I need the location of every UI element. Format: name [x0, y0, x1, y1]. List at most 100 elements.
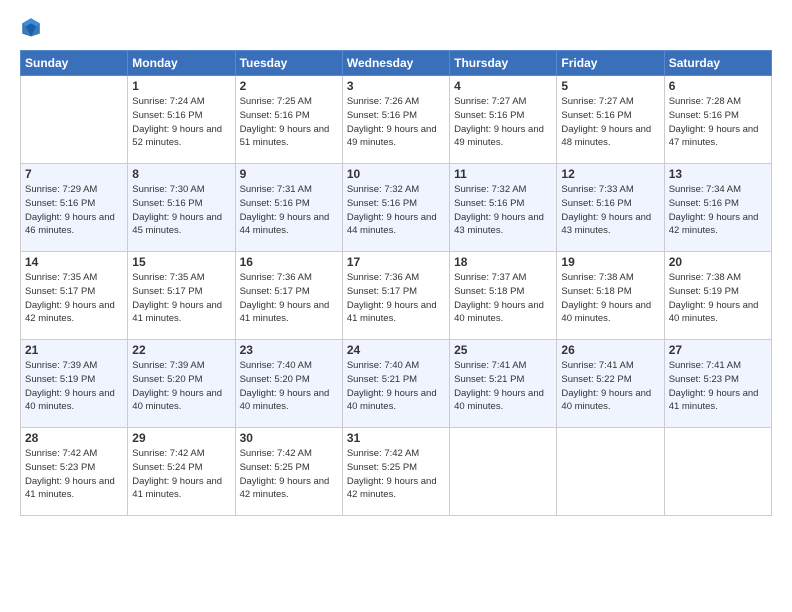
weekday-header: Saturday — [664, 51, 771, 76]
day-info: Sunrise: 7:34 AMSunset: 5:16 PMDaylight:… — [669, 183, 767, 238]
weekday-header: Monday — [128, 51, 235, 76]
day-number: 19 — [561, 255, 659, 269]
weekday-header-row: SundayMondayTuesdayWednesdayThursdayFrid… — [21, 51, 772, 76]
day-info: Sunrise: 7:42 AMSunset: 5:23 PMDaylight:… — [25, 447, 123, 502]
calendar-cell: 1 Sunrise: 7:24 AMSunset: 5:16 PMDaylight… — [128, 76, 235, 164]
calendar-week-row: 28Sunrise: 7:42 AMSunset: 5:23 PMDayligh… — [21, 428, 772, 516]
weekday-header: Wednesday — [342, 51, 449, 76]
calendar-cell: 21 Sunrise: 7:39 AMSunset: 5:19 PMDayligh… — [21, 340, 128, 428]
day-info: Sunrise: 7:33 AMSunset: 5:16 PMDaylight:… — [561, 183, 659, 238]
day-number: 4 — [454, 79, 552, 93]
day-info: Sunrise: 7:32 AMSunset: 5:16 PMDaylight:… — [347, 183, 445, 238]
calendar-cell: 2 Sunrise: 7:25 AMSunset: 5:16 PMDaylight… — [235, 76, 342, 164]
calendar-cell: 16Sunrise: 7:36 AMSunset: 5:17 PMDayligh… — [235, 252, 342, 340]
day-number: 30 — [240, 431, 338, 445]
calendar-cell: 5 Sunrise: 7:27 AMSunset: 5:16 PMDaylight… — [557, 76, 664, 164]
day-number: 20 — [669, 255, 767, 269]
day-info: Sunrise: 7:39 AMSunset: 5:20 PMDaylight:… — [132, 359, 230, 414]
day-info: Sunrise: 7:26 AMSunset: 5:16 PMDaylight:… — [347, 95, 445, 150]
calendar-cell: 19 Sunrise: 7:38 AMSunset: 5:18 PMDayligh… — [557, 252, 664, 340]
header — [20, 16, 772, 38]
day-info: Sunrise: 7:40 AMSunset: 5:20 PMDaylight:… — [240, 359, 338, 414]
page: SundayMondayTuesdayWednesdayThursdayFrid… — [0, 0, 792, 612]
calendar-cell: 22 Sunrise: 7:39 AMSunset: 5:20 PMDayligh… — [128, 340, 235, 428]
weekday-header: Tuesday — [235, 51, 342, 76]
day-number: 1 — [132, 79, 230, 93]
calendar-cell: 4 Sunrise: 7:27 AMSunset: 5:16 PMDaylight… — [450, 76, 557, 164]
day-info: Sunrise: 7:27 AMSunset: 5:16 PMDaylight:… — [454, 95, 552, 150]
day-info: Sunrise: 7:35 AMSunset: 5:17 PMDaylight:… — [25, 271, 123, 326]
weekday-header: Sunday — [21, 51, 128, 76]
calendar-week-row: 14Sunrise: 7:35 AMSunset: 5:17 PMDayligh… — [21, 252, 772, 340]
calendar-week-row: 1 Sunrise: 7:24 AMSunset: 5:16 PMDaylight… — [21, 76, 772, 164]
calendar-cell — [21, 76, 128, 164]
day-number: 16 — [240, 255, 338, 269]
logo-icon — [20, 16, 42, 38]
calendar-cell: 24 Sunrise: 7:40 AMSunset: 5:21 PMDayligh… — [342, 340, 449, 428]
calendar-cell: 17 Sunrise: 7:36 AMSunset: 5:17 PMDayligh… — [342, 252, 449, 340]
day-number: 26 — [561, 343, 659, 357]
day-info: Sunrise: 7:42 AMSunset: 5:25 PMDaylight:… — [240, 447, 338, 502]
day-info: Sunrise: 7:32 AMSunset: 5:16 PMDaylight:… — [454, 183, 552, 238]
day-number: 7 — [25, 167, 123, 181]
day-number: 10 — [347, 167, 445, 181]
day-info: Sunrise: 7:37 AMSunset: 5:18 PMDaylight:… — [454, 271, 552, 326]
day-number: 5 — [561, 79, 659, 93]
calendar: SundayMondayTuesdayWednesdayThursdayFrid… — [20, 50, 772, 516]
day-info: Sunrise: 7:35 AMSunset: 5:17 PMDaylight:… — [132, 271, 230, 326]
day-number: 13 — [669, 167, 767, 181]
calendar-cell: 15 Sunrise: 7:35 AMSunset: 5:17 PMDayligh… — [128, 252, 235, 340]
day-info: Sunrise: 7:42 AMSunset: 5:25 PMDaylight:… — [347, 447, 445, 502]
day-info: Sunrise: 7:41 AMSunset: 5:21 PMDaylight:… — [454, 359, 552, 414]
day-number: 2 — [240, 79, 338, 93]
calendar-cell: 10 Sunrise: 7:32 AMSunset: 5:16 PMDayligh… — [342, 164, 449, 252]
day-number: 9 — [240, 167, 338, 181]
day-number: 15 — [132, 255, 230, 269]
calendar-cell — [450, 428, 557, 516]
calendar-cell: 23 Sunrise: 7:40 AMSunset: 5:20 PMDayligh… — [235, 340, 342, 428]
day-info: Sunrise: 7:40 AMSunset: 5:21 PMDaylight:… — [347, 359, 445, 414]
calendar-week-row: 21 Sunrise: 7:39 AMSunset: 5:19 PMDayligh… — [21, 340, 772, 428]
day-number: 18 — [454, 255, 552, 269]
day-info: Sunrise: 7:25 AMSunset: 5:16 PMDaylight:… — [240, 95, 338, 150]
calendar-cell: 29Sunrise: 7:42 AMSunset: 5:24 PMDayligh… — [128, 428, 235, 516]
day-number: 21 — [25, 343, 123, 357]
day-number: 22 — [132, 343, 230, 357]
day-info: Sunrise: 7:41 AMSunset: 5:23 PMDaylight:… — [669, 359, 767, 414]
weekday-header: Thursday — [450, 51, 557, 76]
day-number: 3 — [347, 79, 445, 93]
calendar-cell: 6Sunrise: 7:28 AMSunset: 5:16 PMDaylight… — [664, 76, 771, 164]
day-number: 11 — [454, 167, 552, 181]
day-number: 12 — [561, 167, 659, 181]
calendar-cell: 30 Sunrise: 7:42 AMSunset: 5:25 PMDayligh… — [235, 428, 342, 516]
calendar-cell — [557, 428, 664, 516]
day-info: Sunrise: 7:24 AMSunset: 5:16 PMDaylight:… — [132, 95, 230, 150]
calendar-week-row: 7 Sunrise: 7:29 AMSunset: 5:16 PMDaylight… — [21, 164, 772, 252]
day-info: Sunrise: 7:42 AMSunset: 5:24 PMDaylight:… — [132, 447, 230, 502]
day-number: 17 — [347, 255, 445, 269]
calendar-cell: 31Sunrise: 7:42 AMSunset: 5:25 PMDayligh… — [342, 428, 449, 516]
day-number: 8 — [132, 167, 230, 181]
day-info: Sunrise: 7:31 AMSunset: 5:16 PMDaylight:… — [240, 183, 338, 238]
calendar-cell: 9 Sunrise: 7:31 AMSunset: 5:16 PMDaylight… — [235, 164, 342, 252]
calendar-cell: 3 Sunrise: 7:26 AMSunset: 5:16 PMDaylight… — [342, 76, 449, 164]
calendar-cell: 14Sunrise: 7:35 AMSunset: 5:17 PMDayligh… — [21, 252, 128, 340]
day-info: Sunrise: 7:29 AMSunset: 5:16 PMDaylight:… — [25, 183, 123, 238]
day-info: Sunrise: 7:36 AMSunset: 5:17 PMDaylight:… — [347, 271, 445, 326]
day-info: Sunrise: 7:39 AMSunset: 5:19 PMDaylight:… — [25, 359, 123, 414]
calendar-cell: 26 Sunrise: 7:41 AMSunset: 5:22 PMDayligh… — [557, 340, 664, 428]
day-info: Sunrise: 7:38 AMSunset: 5:18 PMDaylight:… — [561, 271, 659, 326]
calendar-cell: 7 Sunrise: 7:29 AMSunset: 5:16 PMDaylight… — [21, 164, 128, 252]
calendar-cell: 18 Sunrise: 7:37 AMSunset: 5:18 PMDayligh… — [450, 252, 557, 340]
day-info: Sunrise: 7:41 AMSunset: 5:22 PMDaylight:… — [561, 359, 659, 414]
day-info: Sunrise: 7:27 AMSunset: 5:16 PMDaylight:… — [561, 95, 659, 150]
day-info: Sunrise: 7:38 AMSunset: 5:19 PMDaylight:… — [669, 271, 767, 326]
weekday-header: Friday — [557, 51, 664, 76]
calendar-cell: 27Sunrise: 7:41 AMSunset: 5:23 PMDayligh… — [664, 340, 771, 428]
calendar-cell: 8 Sunrise: 7:30 AMSunset: 5:16 PMDaylight… — [128, 164, 235, 252]
calendar-cell: 20 Sunrise: 7:38 AMSunset: 5:19 PMDayligh… — [664, 252, 771, 340]
day-number: 24 — [347, 343, 445, 357]
day-info: Sunrise: 7:30 AMSunset: 5:16 PMDaylight:… — [132, 183, 230, 238]
calendar-cell: 12 Sunrise: 7:33 AMSunset: 5:16 PMDayligh… — [557, 164, 664, 252]
day-number: 23 — [240, 343, 338, 357]
